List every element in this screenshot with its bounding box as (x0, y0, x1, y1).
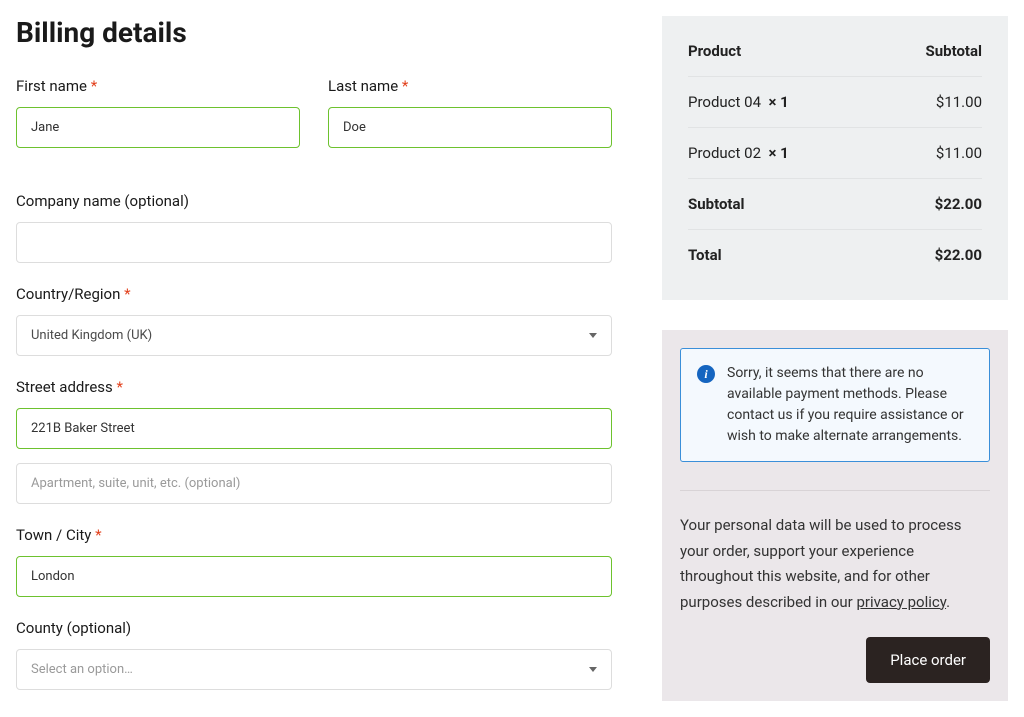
summary-subtotal-row: Subtotal $22.00 (688, 179, 982, 230)
summary-item-row: Product 04 × 1 $11.00 (688, 77, 982, 128)
summary-total-row: Total $22.00 (688, 230, 982, 280)
street-address-2-input[interactable] (16, 463, 612, 504)
company-label: Company name (optional) (16, 192, 612, 210)
last-name-label: Last name * (328, 77, 612, 95)
page-title: Billing details (16, 16, 612, 49)
company-input[interactable] (16, 222, 612, 263)
divider (680, 490, 990, 491)
payment-box: Sorry, it seems that there are no availa… (662, 330, 1008, 701)
chevron-down-icon (589, 333, 597, 338)
first-name-input[interactable] (16, 107, 300, 148)
country-value: United Kingdom (UK) (31, 328, 152, 343)
street-address-1-input[interactable] (16, 408, 612, 449)
required-indicator: * (117, 378, 123, 396)
country-label: Country/Region * (16, 285, 612, 303)
first-name-label: First name * (16, 77, 300, 95)
required-indicator: * (402, 77, 408, 95)
county-select[interactable]: Select an option… (16, 649, 612, 690)
chevron-down-icon (589, 667, 597, 672)
place-order-button[interactable]: Place order (866, 637, 990, 683)
payment-notice: Sorry, it seems that there are no availa… (680, 348, 990, 462)
county-label: County (optional) (16, 619, 612, 637)
summary-header-product: Product (688, 42, 741, 60)
summary-item-row: Product 02 × 1 $11.00 (688, 128, 982, 179)
required-indicator: * (95, 526, 101, 544)
required-indicator: * (91, 77, 97, 95)
required-indicator: * (124, 285, 130, 303)
country-select[interactable]: United Kingdom (UK) (16, 315, 612, 356)
county-placeholder: Select an option… (31, 662, 133, 677)
order-summary: Product Subtotal Product 04 × 1 $11.00 P… (662, 16, 1008, 300)
city-label: Town / City * (16, 526, 612, 544)
notice-text: Sorry, it seems that there are no availa… (727, 363, 973, 447)
summary-header-subtotal: Subtotal (926, 42, 983, 60)
last-name-input[interactable] (328, 107, 612, 148)
privacy-policy-link[interactable]: privacy policy (856, 593, 946, 611)
privacy-text: Your personal data will be used to proce… (680, 513, 990, 615)
city-input[interactable] (16, 556, 612, 597)
street-address-label: Street address * (16, 378, 612, 396)
info-icon (697, 365, 715, 383)
